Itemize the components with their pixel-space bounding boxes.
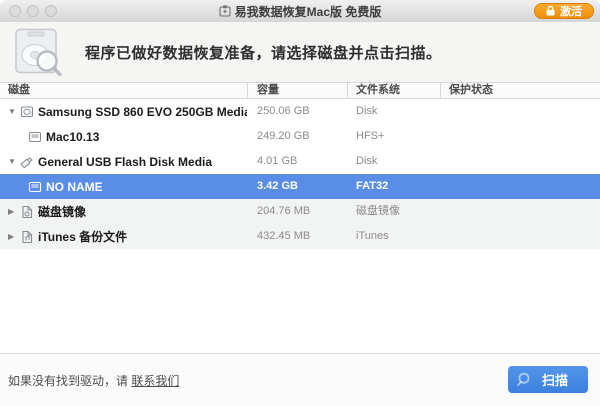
capacity-cell: 3.42 GB [257,180,298,192]
disk-name: Samsung SSD 860 EVO 250GB Media [38,104,247,119]
disclosure-collapsed-icon[interactable]: ▶ [8,207,20,216]
disk-name: iTunes 备份文件 [38,230,128,244]
app-window: 易我数据恢复Mac版 免费版 激活 程序已做好数据恢复准备，请选择磁盘并点击扫描… [0,0,600,406]
window-title: 易我数据恢复Mac版 免费版 [234,4,382,19]
volume-icon [28,130,42,144]
disk-name-cell: ▼ General USB Flash Disk Media [0,149,247,174]
table-row[interactable]: NO NAME 3.42 GB FAT32 [0,174,600,199]
filesystem-cell: iTunes [356,230,389,242]
disk-name: Mac10.13 [46,129,100,144]
contact-us-link[interactable]: 联系我们 [131,372,179,389]
table-header: 磁盘 容量 文件系统 保护状态 [0,82,600,99]
activate-button[interactable]: 激活 [534,3,594,19]
disk-name: 磁盘镜像 [38,205,87,219]
scan-button[interactable]: 扫描 [508,366,588,393]
disk-name-cell: ▶ 磁盘镜像 [0,199,247,224]
capacity-cell: 204.76 MB [257,205,311,217]
itunes-file-icon [20,230,34,244]
disk-name-cell: ▼ Samsung SSD 860 EVO 250GB Media [0,99,247,124]
disk-image-file-icon [20,205,34,219]
table-row[interactable]: Mac10.13 249.20 GB HFS+ [0,124,600,149]
hdd-icon [20,105,34,119]
table-row[interactable]: ▶ 磁盘镜像 204.76 MB 磁盘镜像 [0,199,600,224]
filesystem-cell: 磁盘镜像 [356,205,400,217]
disclosure-expanded-icon[interactable]: ▼ [8,107,20,116]
contact-hint-text: 如果没有找到驱动，请 [8,373,132,388]
column-header-disk[interactable]: 磁盘 [8,83,30,98]
table-row[interactable]: ▼ Samsung SSD 860 EVO 250GB Media 250.06 G… [0,99,600,124]
activate-label: 激活 [560,6,582,18]
column-separator [440,83,441,98]
capacity-cell: 4.01 GB [257,155,298,167]
footer-bar: 如果没有找到驱动，请 联系我们 扫描 [0,353,600,406]
disk-name-cell: Mac10.13 [0,124,247,149]
column-header-protection[interactable]: 保护状态 [449,83,493,98]
lock-icon [546,6,555,16]
column-header-capacity[interactable]: 容量 [257,83,279,98]
title-bar: 易我数据恢复Mac版 免费版 激活 [0,0,600,23]
table-row[interactable]: ▼ General USB Flash Disk Media 4.01 GB Disk [0,149,600,174]
disk-search-icon [11,28,65,77]
header-banner: 程序已做好数据恢复准备，请选择磁盘并点击扫描。 [0,22,600,82]
filesystem-cell: Disk [356,105,378,117]
capacity-cell: 250.06 GB [257,105,310,117]
ready-message: 程序已做好数据恢复准备，请选择磁盘并点击扫描。 [85,44,442,62]
column-separator [247,83,248,98]
capacity-cell: 432.45 MB [257,230,311,242]
volume-icon [28,180,42,194]
disk-name: NO NAME [46,179,103,194]
filesystem-cell: FAT32 [356,180,389,192]
filesystem-cell: Disk [356,155,378,167]
column-header-filesystem[interactable]: 文件系统 [356,83,400,98]
disk-name-cell: ▶ iTunes 备份文件 [0,224,247,249]
disk-name: General USB Flash Disk Media [38,154,213,169]
disclosure-expanded-icon[interactable]: ▼ [8,157,20,166]
filesystem-cell: HFS+ [356,130,385,142]
disclosure-collapsed-icon[interactable]: ▶ [8,232,20,241]
column-separator [347,83,348,98]
app-proxy-icon [219,5,231,17]
usb-icon [20,155,34,169]
table-row[interactable]: ▶ iTunes 备份文件 432.45 MB iTunes [0,224,600,249]
contact-hint: 如果没有找到驱动，请 联系我们 [8,354,179,406]
search-icon [517,372,532,387]
disk-table-body: ▼ Samsung SSD 860 EVO 250GB Media 250.06 G… [0,99,600,249]
capacity-cell: 249.20 GB [257,130,310,142]
scan-label: 扫描 [541,373,568,388]
disk-name-cell: NO NAME [0,174,247,199]
